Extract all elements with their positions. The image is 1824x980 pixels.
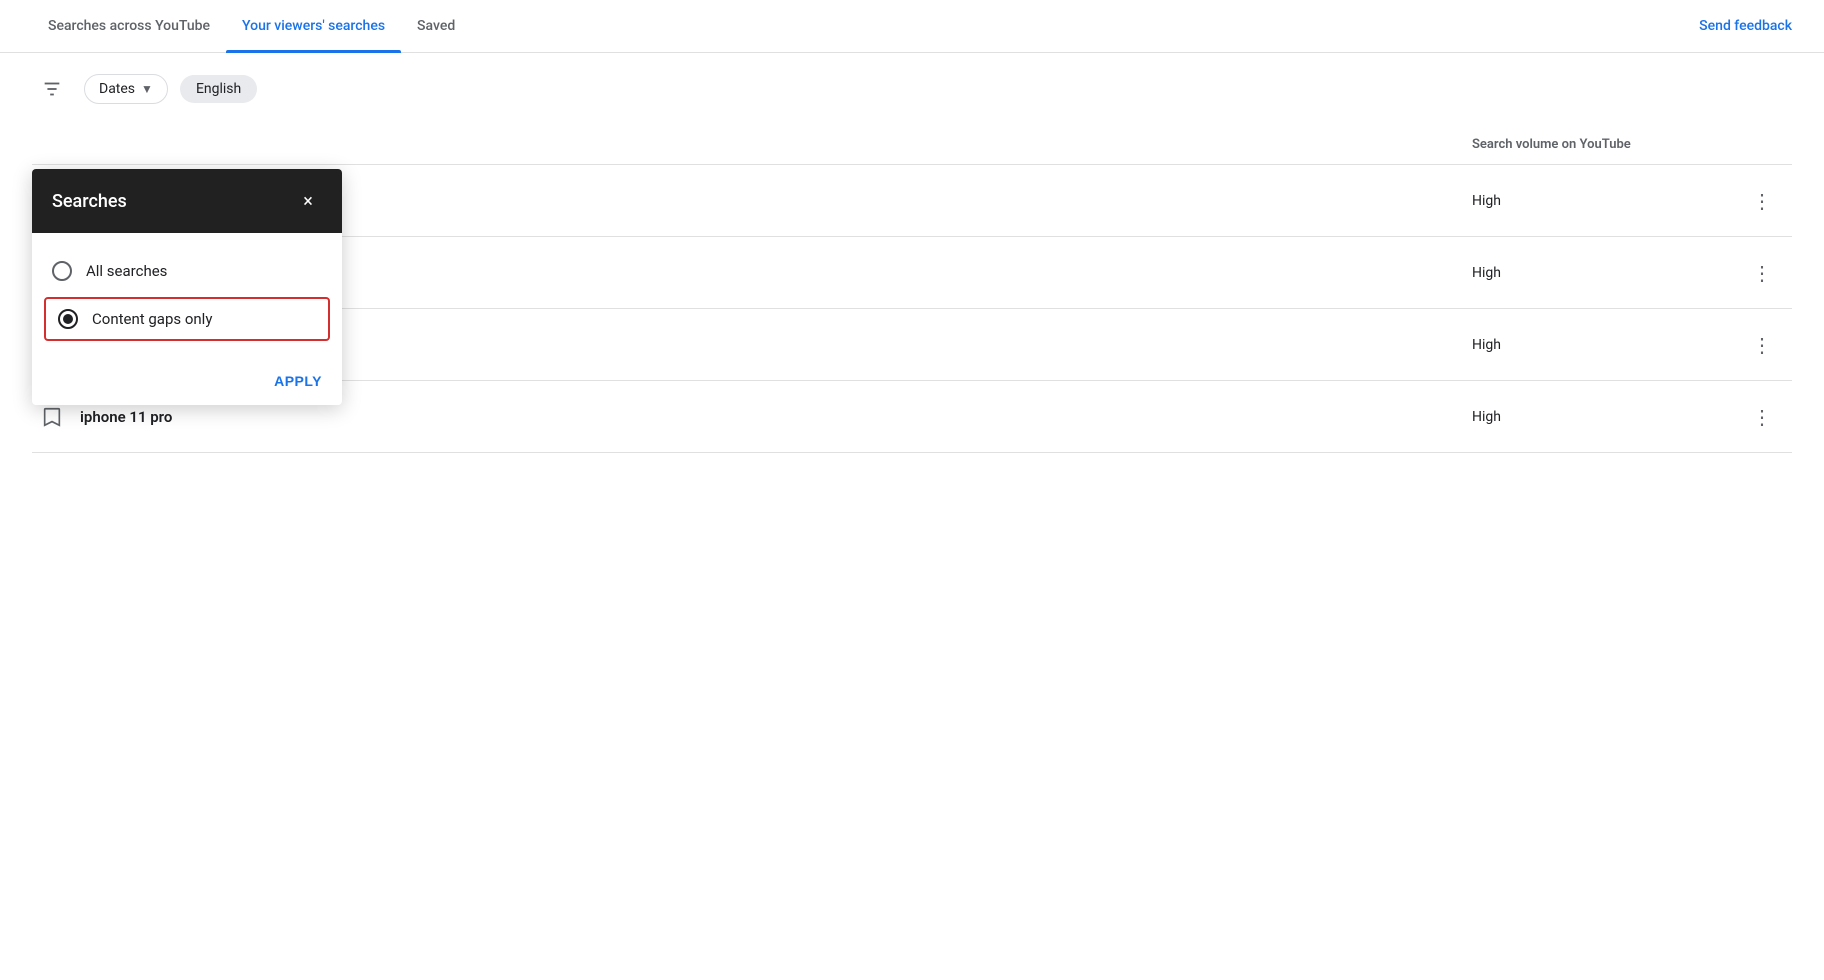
content-gaps-option[interactable]: Content gaps only [44,297,330,341]
bookmark-svg-row4 [41,406,63,428]
dates-filter-chip[interactable]: Dates ▼ [84,74,168,104]
searches-dropdown: Searches × All searches Content gaps onl… [32,169,342,405]
filter-icon [41,78,63,100]
volume-row1: High [1472,193,1732,209]
table-header: Search volume on YouTube [32,125,1792,165]
send-feedback-link[interactable]: Send feedback [1699,18,1792,34]
dropdown-options: All searches Content gaps only [32,233,342,361]
language-filter-chip[interactable]: English [180,75,257,103]
volume-row3: High [1472,337,1732,353]
content-gaps-radio[interactable] [58,309,78,329]
dropdown-header: Searches × [32,169,342,233]
dropdown-footer: APPLY [32,361,342,405]
more-actions-row3[interactable]: ⋮ [1732,333,1792,357]
volume-row2: High [1472,265,1732,281]
volume-row4: High [1472,409,1732,425]
bookmark-icon-row4[interactable] [32,406,72,428]
volume-column-header: Search volume on YouTube [1472,137,1732,152]
all-searches-radio[interactable] [52,261,72,281]
filter-icon-button[interactable] [32,69,72,109]
all-searches-label: All searches [86,262,167,280]
top-nav: Searches across YouTube Your viewers' se… [0,0,1824,53]
tab-viewers-searches[interactable]: Your viewers' searches [226,0,401,52]
tab-saved[interactable]: Saved [401,0,471,52]
dropdown-title: Searches [52,191,127,212]
chevron-down-icon: ▼ [141,82,153,96]
apply-button[interactable]: APPLY [274,373,322,389]
close-button[interactable]: × [294,187,322,215]
tab-searches-across-youtube[interactable]: Searches across YouTube [32,0,226,52]
more-actions-row2[interactable]: ⋮ [1732,261,1792,285]
all-searches-option[interactable]: All searches [32,249,342,293]
more-actions-row4[interactable]: ⋮ [1732,405,1792,429]
dropdown-panel: Searches × All searches Content gaps onl… [32,169,342,405]
more-actions-row1[interactable]: ⋮ [1732,189,1792,213]
search-term-row4: iphone 11 pro [72,408,1472,426]
filter-bar: Dates ▼ English Searches × All searches … [0,53,1824,125]
content-gaps-label: Content gaps only [92,310,212,328]
